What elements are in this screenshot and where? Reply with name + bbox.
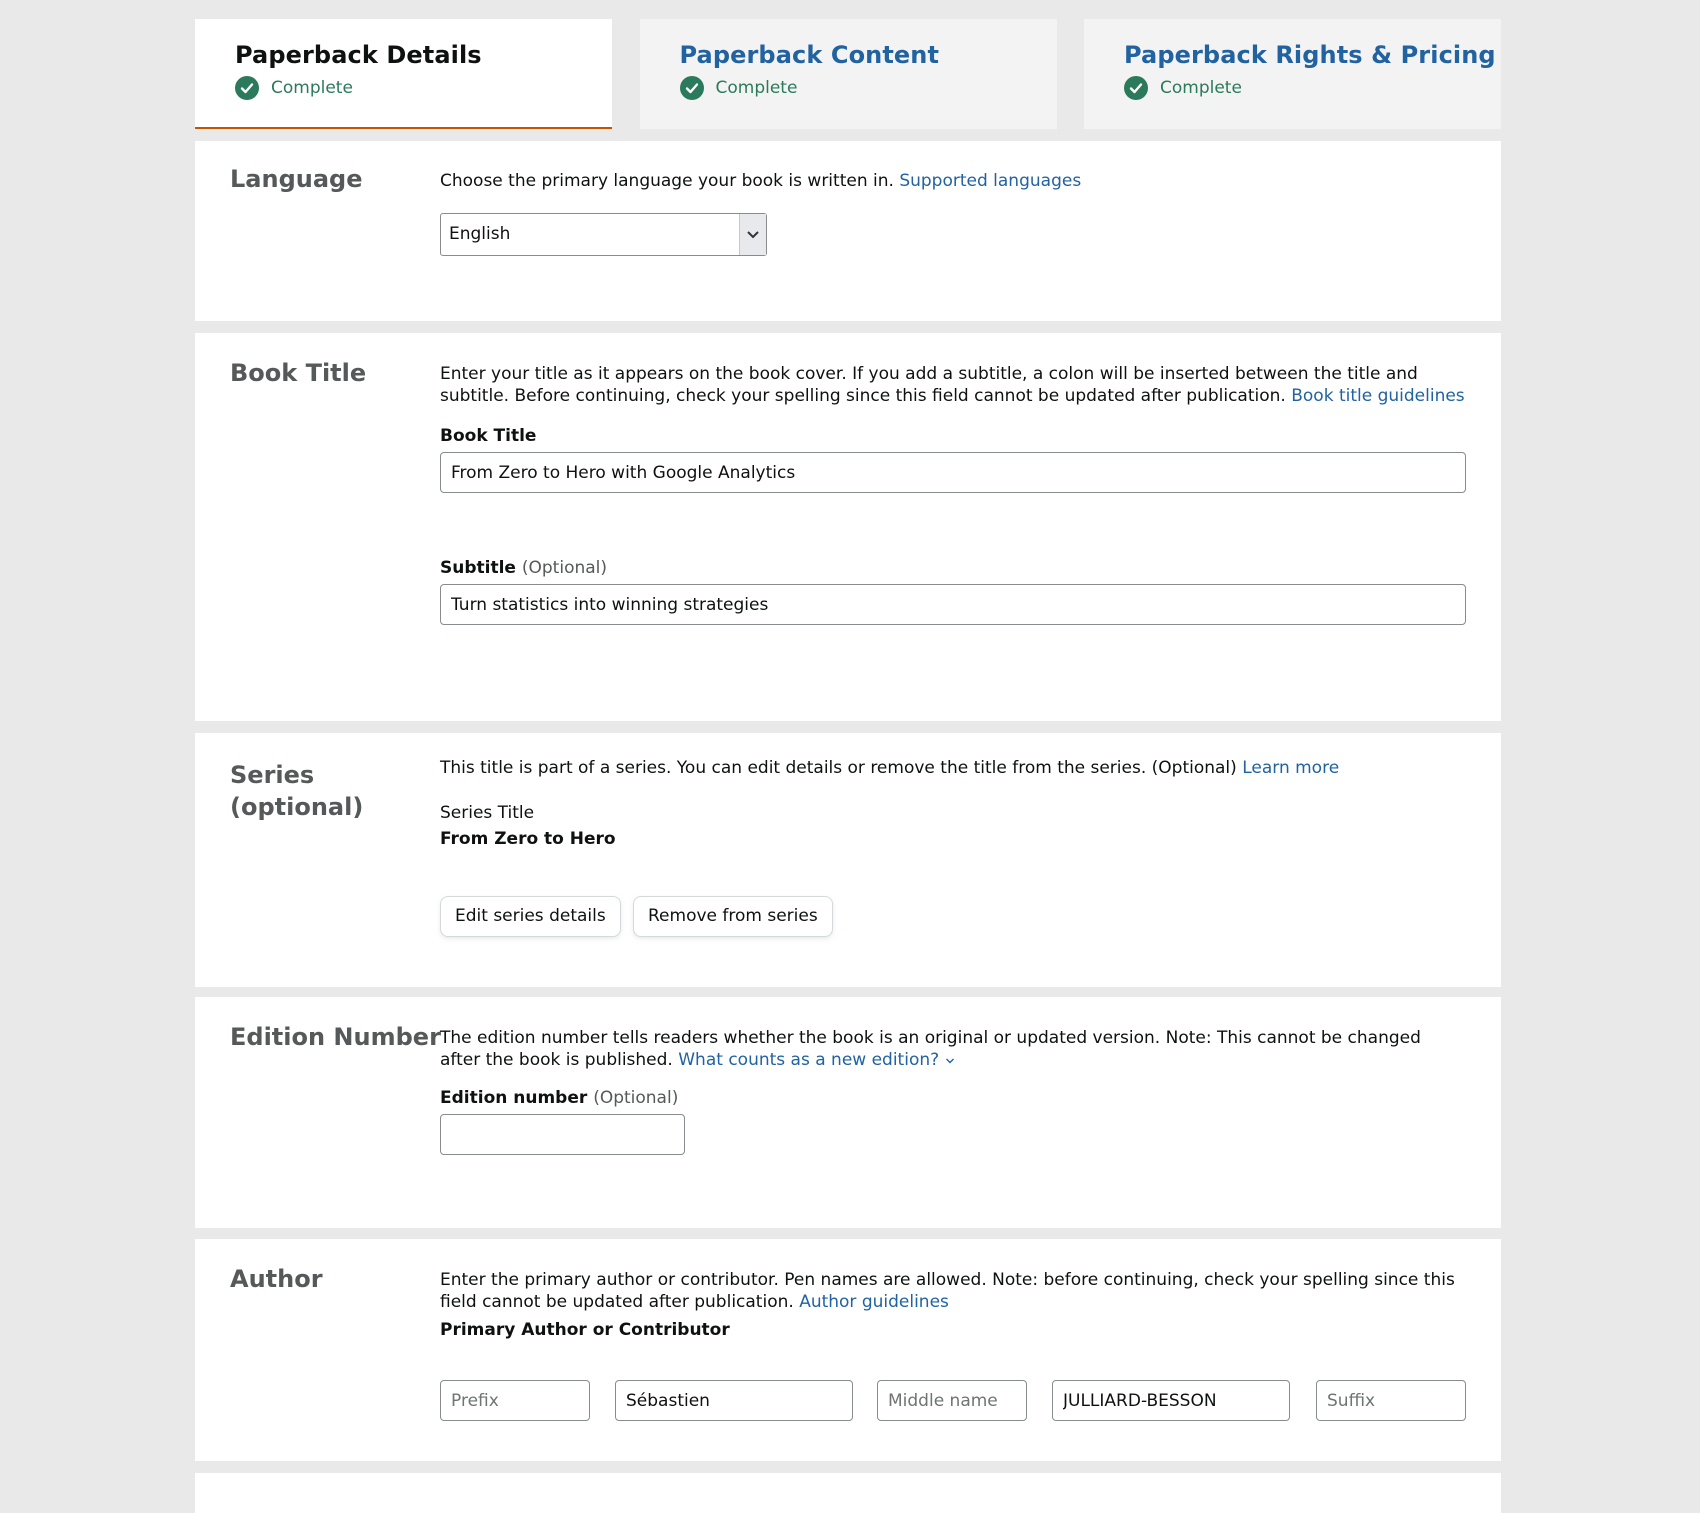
tab-title: Paperback Content	[679, 41, 940, 69]
series-title-value: From Zero to Hero	[440, 829, 616, 849]
author-guidelines-link[interactable]: Author guidelines	[799, 1292, 949, 1312]
section-title: Book Title	[230, 359, 367, 387]
tab-title: Paperback Details	[235, 41, 482, 69]
series-title-label: Series Title	[440, 803, 535, 823]
language-section: Language Choose the primary language you…	[195, 141, 1501, 321]
tab-status: Complete	[679, 76, 1057, 100]
tab-bar: Paperback Details Complete Paperback Con…	[195, 19, 1501, 129]
optional-tag: (Optional)	[593, 1088, 679, 1108]
book-title-content: Enter your title as it appears on the bo…	[440, 363, 1466, 625]
book-title-description: Enter your title as it appears on the bo…	[440, 363, 1466, 407]
language-selected-value: English	[449, 224, 511, 244]
check-circle-icon	[235, 76, 259, 100]
section-title: Edition Number	[230, 1023, 441, 1051]
section-title: Author	[230, 1265, 323, 1293]
author-description: Enter the primary author or contributor.…	[440, 1269, 1466, 1313]
new-edition-link[interactable]: What counts as a new edition?	[678, 1050, 954, 1070]
language-select[interactable]: English	[440, 213, 767, 256]
series-description: This title is part of a series. You can …	[440, 757, 1466, 779]
language-description: Choose the primary language your book is…	[440, 170, 1466, 192]
optional-tag: (Optional)	[521, 558, 608, 578]
new-edition-link-text: What counts as a new edition?	[678, 1050, 940, 1070]
next-section	[195, 1473, 1501, 1513]
edition-content: The edition number tells readers whether…	[440, 1027, 1466, 1155]
learn-more-link[interactable]: Learn more	[1242, 758, 1339, 778]
author-content: Enter the primary author or contributor.…	[440, 1269, 1466, 1429]
description-text: Choose the primary language your book is…	[440, 171, 894, 191]
subtitle-input[interactable]	[440, 584, 1466, 625]
series-title-line2: (optional)	[230, 793, 364, 821]
tab-paperback-details[interactable]: Paperback Details Complete	[195, 19, 612, 129]
subtitle-label-text: Subtitle	[440, 558, 516, 578]
primary-author-label: Primary Author or Contributor	[440, 1320, 730, 1340]
description-text: Enter your title as it appears on the bo…	[440, 364, 1418, 406]
tab-status-text: Complete	[271, 78, 353, 98]
last-name-input[interactable]	[1052, 1380, 1290, 1421]
tab-status-text: Complete	[1160, 78, 1242, 98]
first-name-input[interactable]	[615, 1380, 853, 1421]
chevron-down-icon[interactable]	[739, 214, 766, 255]
check-circle-icon	[1124, 76, 1148, 100]
edit-series-details-button[interactable]: Edit series details	[440, 896, 621, 937]
book-title-guidelines-link[interactable]: Book title guidelines	[1291, 386, 1464, 406]
page-wrapper: Paperback Details Complete Paperback Con…	[195, 19, 1501, 1513]
description-text: This title is part of a series. You can …	[440, 758, 1237, 778]
chevron-down-icon	[945, 1058, 954, 1064]
edition-number-label-text: Edition number	[440, 1088, 588, 1108]
tab-status-text: Complete	[715, 78, 798, 98]
edition-number-input[interactable]	[440, 1114, 685, 1155]
middle-name-input[interactable]	[877, 1380, 1027, 1421]
series-section: Series (optional) This title is part of …	[195, 733, 1501, 987]
language-content: Choose the primary language your book is…	[440, 170, 1466, 256]
tab-paperback-content[interactable]: Paperback Content Complete	[639, 19, 1057, 129]
section-title: Language	[230, 165, 363, 193]
tab-paperback-rights-pricing[interactable]: Paperback Rights & Pricing Complete	[1084, 19, 1501, 129]
remove-from-series-button[interactable]: Remove from series	[633, 896, 833, 937]
edition-description: The edition number tells readers whether…	[440, 1027, 1466, 1071]
prefix-input[interactable]	[440, 1380, 590, 1421]
supported-languages-link[interactable]: Supported languages	[899, 171, 1081, 191]
series-title-line1: Series	[230, 761, 315, 789]
book-title-section: Book Title Enter your title as it appear…	[195, 333, 1501, 721]
subtitle-label: Subtitle (Optional)	[440, 558, 1466, 578]
check-circle-icon	[679, 76, 704, 100]
section-title: Series (optional)	[230, 759, 363, 823]
author-section: Author Enter the primary author or contr…	[195, 1239, 1501, 1461]
series-content: This title is part of a series. You can …	[440, 757, 1466, 957]
edition-number-section: Edition Number The edition number tells …	[195, 997, 1501, 1228]
book-title-label: Book Title	[440, 426, 537, 446]
book-title-input[interactable]	[440, 452, 1466, 493]
suffix-input[interactable]	[1316, 1380, 1466, 1421]
tab-title: Paperback Rights & Pricing	[1124, 41, 1496, 69]
tab-status: Complete	[235, 76, 612, 100]
tab-status: Complete	[1124, 76, 1501, 100]
edition-number-label: Edition number (Optional)	[440, 1088, 1466, 1108]
